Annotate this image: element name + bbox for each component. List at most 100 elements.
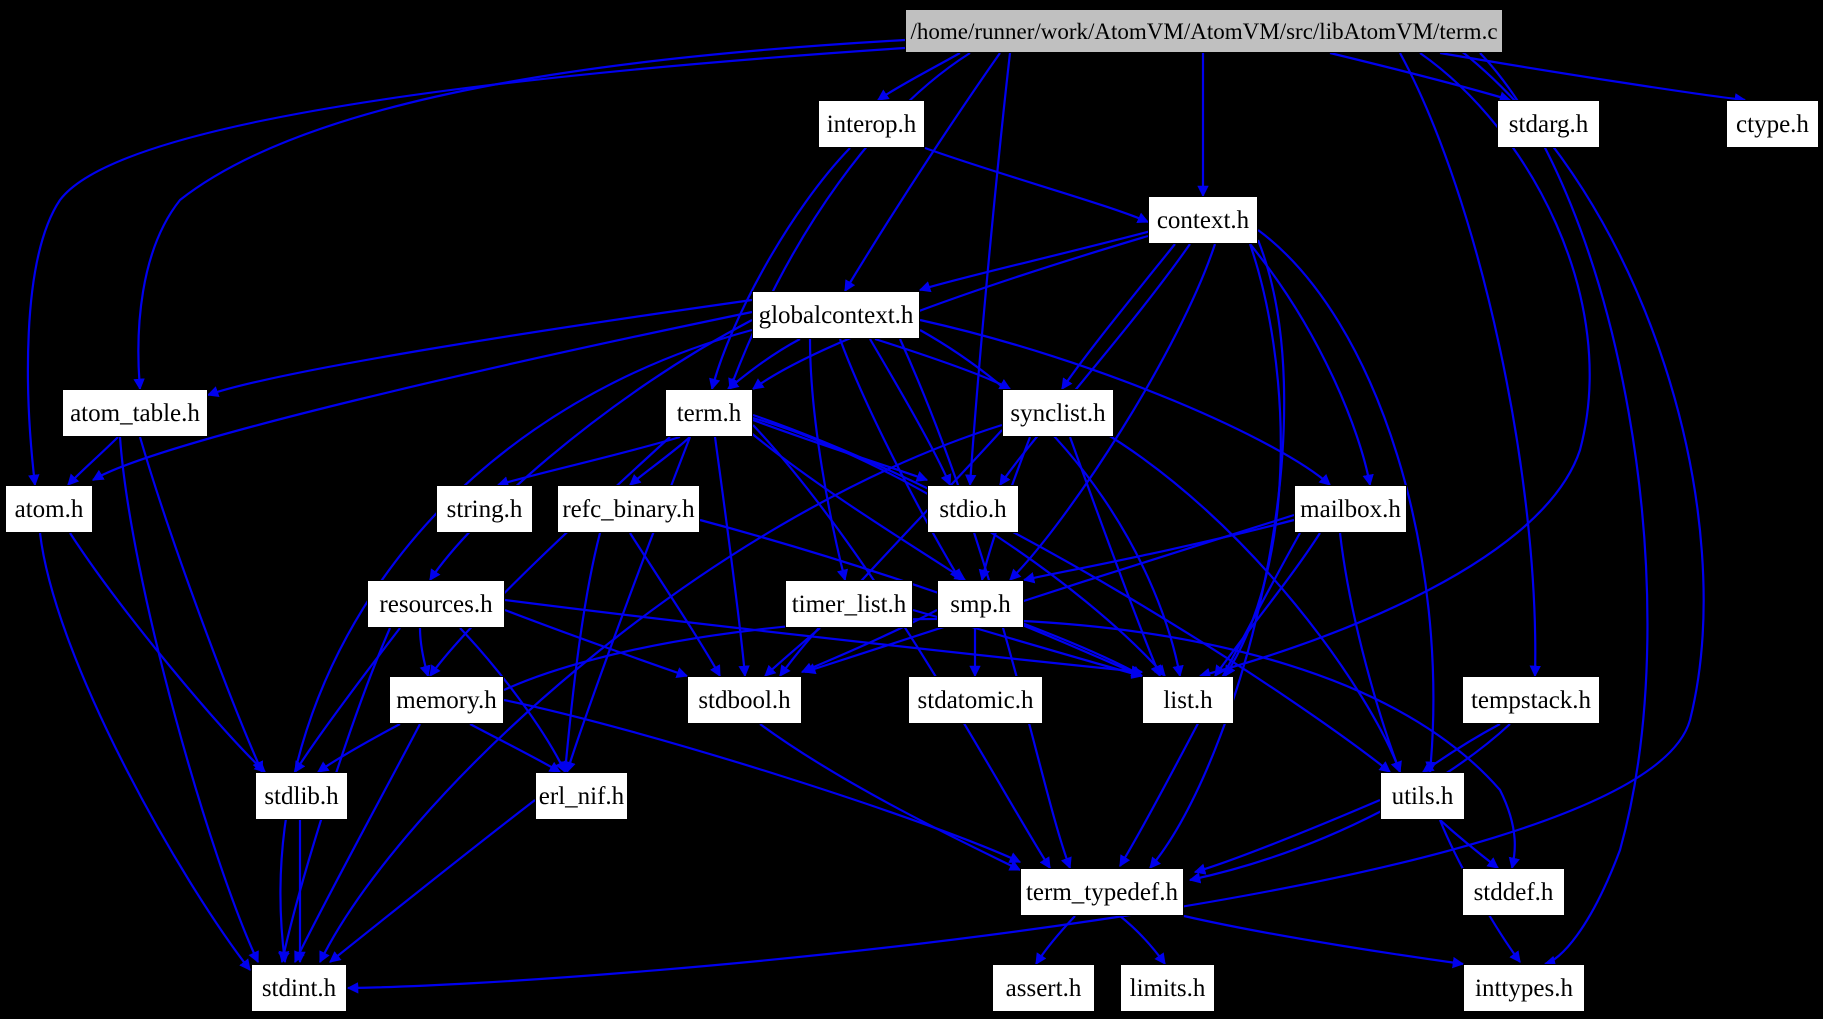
graph-node-string_h[interactable]: string.h: [436, 485, 533, 533]
graph-node-label: timer_list.h: [791, 590, 907, 618]
graph-edge-mailbox-to-utils: [1338, 532, 1402, 774]
graph-edge-term_h-to-stdbool: [713, 436, 750, 678]
graph-edge-utils-to-term_typedef: [1193, 798, 1381, 875]
graph-node-timer_list[interactable]: timer_list.h: [785, 580, 913, 628]
graph-node-interop[interactable]: interop.h: [818, 100, 925, 148]
graph-node-label: stdlib.h: [264, 782, 339, 810]
graph-node-erl_nif[interactable]: erl_nif.h: [535, 772, 628, 820]
graph-edge-synclist-to-stdbool: [779, 429, 1003, 677]
graph-edge-interop-to-context: [924, 146, 1150, 224]
graph-node-label: synclist.h: [1010, 399, 1106, 427]
graph-node-stdarg[interactable]: stdarg.h: [1497, 100, 1600, 148]
graph-node-label: smp.h: [950, 590, 1011, 618]
graph-edge-atom_table-to-atom: [67, 436, 119, 486]
graph-edge-term_c-to-interop: [877, 52, 961, 101]
graph-edge-synclist-to-list: [1068, 436, 1162, 678]
graph-node-label: stdarg.h: [1508, 110, 1589, 138]
graph-node-label: refc_binary.h: [562, 495, 695, 523]
graph-edge-globalcontext-to-term_h: [727, 338, 801, 390]
graph-node-stddef[interactable]: stddef.h: [1462, 868, 1565, 916]
graph-edge-term_typedef-to-limits: [1119, 915, 1166, 965]
graph-node-ctype[interactable]: ctype.h: [1726, 100, 1819, 148]
graph-edge-refc_binary-to-erl_nif: [560, 532, 602, 774]
graph-edge-globalcontext-to-atom_table: [206, 298, 753, 398]
graph-node-stdatomic[interactable]: stdatomic.h: [908, 676, 1043, 724]
graph-edge-interop-to-term_h: [709, 147, 851, 391]
graph-edge-memory-to-stdlib: [317, 723, 401, 773]
graph-node-memory[interactable]: memory.h: [389, 676, 504, 724]
graph-edge-mailbox-to-smp: [1022, 518, 1295, 584]
graph-edge-globalcontext-to-resources: [429, 319, 753, 581]
graph-edge-refc_binary-to-stdbool: [629, 532, 721, 677]
graph-edge-globalcontext-to-mailbox: [919, 318, 1331, 486]
graph-edge-atom_table-to-stdint: [118, 436, 259, 964]
graph-node-label: stdint.h: [261, 974, 337, 1002]
graph-node-label: string.h: [446, 495, 523, 523]
graph-node-assert[interactable]: assert.h: [992, 964, 1095, 1012]
graph-edge-timer_list-to-stdbool: [764, 627, 821, 677]
graph-edge-memory-to-stddef: [503, 617, 1520, 870]
graph-edge-refc_binary-to-list: [699, 518, 1143, 677]
graph-node-stdint[interactable]: stdint.h: [251, 964, 347, 1012]
graph-edge-utils-to-stddef: [1439, 819, 1499, 869]
graph-edge-globalcontext-to-timer_list: [808, 338, 849, 582]
graph-edge-globalcontext-to-smp: [838, 338, 961, 581]
graph-edge-globalcontext-to-synclist: [874, 337, 1011, 390]
graph-node-label: stdio.h: [939, 495, 1007, 523]
graph-node-label: term_typedef.h: [1025, 878, 1179, 906]
graph-node-tempstack[interactable]: tempstack.h: [1462, 676, 1600, 724]
graph-edge-memory-to-erl_nif: [469, 723, 561, 773]
graph-node-term_typedef[interactable]: term_typedef.h: [1020, 868, 1184, 916]
graph-edge-term_h-to-stdio: [752, 418, 929, 482]
graph-node-label: context.h: [1156, 206, 1250, 234]
graph-node-stdlib[interactable]: stdlib.h: [255, 772, 348, 820]
graph-node-label: globalcontext.h: [758, 301, 914, 329]
graph-edge-context-to-synclist: [1061, 243, 1176, 390]
graph-edge-context-to-stdio: [999, 243, 1191, 486]
graph-node-inttypes[interactable]: inttypes.h: [1463, 964, 1585, 1012]
graph-node-list[interactable]: list.h: [1142, 676, 1234, 724]
graph-node-globalcontext[interactable]: globalcontext.h: [752, 291, 920, 339]
graph-node-atom[interactable]: atom.h: [5, 485, 93, 533]
graph-node-label: atom_table.h: [70, 399, 200, 427]
graph-node-term_c[interactable]: /home/runner/work/AtomVM/AtomVM/src/libA…: [905, 9, 1503, 53]
graph-edge-atom-to-stdint: [38, 532, 251, 971]
graph-edge-term_typedef-to-assert: [1035, 915, 1076, 965]
graph-node-limits[interactable]: limits.h: [1120, 964, 1215, 1012]
graph-node-label: resources.h: [379, 590, 493, 618]
graph-node-smp[interactable]: smp.h: [937, 580, 1024, 628]
graph-node-term_h[interactable]: term.h: [665, 389, 753, 437]
graph-node-mailbox[interactable]: mailbox.h: [1294, 485, 1407, 533]
graph-edge-context-to-mailbox: [1249, 243, 1374, 487]
graph-node-label: ctype.h: [1736, 110, 1809, 138]
graph-node-label: utils.h: [1391, 782, 1454, 810]
graph-node-label: term.h: [676, 399, 742, 427]
graph-node-resources[interactable]: resources.h: [367, 580, 505, 628]
graph-node-synclist[interactable]: synclist.h: [1002, 389, 1114, 437]
graph-node-label: stdbool.h: [698, 686, 791, 714]
graph-edge-term_c-to-inttypes: [1479, 52, 1649, 967]
graph-edge-term_c-to-globalcontext: [844, 52, 1001, 292]
graph-node-label: stdatomic.h: [917, 686, 1034, 714]
graph-node-stdbool[interactable]: stdbool.h: [687, 676, 802, 724]
graph-edge-context-to-list: [1224, 243, 1282, 677]
graph-edge-term_h-to-memory: [429, 436, 671, 677]
graph-edge-stdbool-to-term_typedef: [759, 723, 1022, 871]
graph-edge-term_c-to-stdarg: [1329, 51, 1512, 103]
include-dependency-graph: /home/runner/work/AtomVM/AtomVM/src/libA…: [0, 0, 1823, 1019]
graph-edge-context-to-term_typedef: [1149, 239, 1286, 869]
graph-node-context[interactable]: context.h: [1148, 196, 1258, 244]
graph-edge-erl_nif-to-stdint: [329, 799, 536, 963]
graph-edge-context-to-globalcontext: [918, 228, 1156, 293]
graph-node-utils[interactable]: utils.h: [1380, 772, 1465, 820]
graph-edge-term_h-to-refc_binary: [629, 436, 691, 486]
graph-edge-mailbox-to-list: [1214, 532, 1321, 677]
graph-node-label: atom.h: [14, 495, 84, 523]
graph-edge-term_h-to-list: [752, 416, 1166, 677]
graph-node-label: mailbox.h: [1300, 495, 1401, 523]
graph-edge-term_typedef-to-inttypes: [1183, 914, 1465, 969]
graph-node-refc_binary[interactable]: refc_binary.h: [557, 485, 700, 533]
graph-node-stdio[interactable]: stdio.h: [927, 485, 1019, 533]
graph-node-atom_table[interactable]: atom_table.h: [62, 389, 208, 437]
graph-edge-term_h-to-string_h: [496, 435, 681, 488]
